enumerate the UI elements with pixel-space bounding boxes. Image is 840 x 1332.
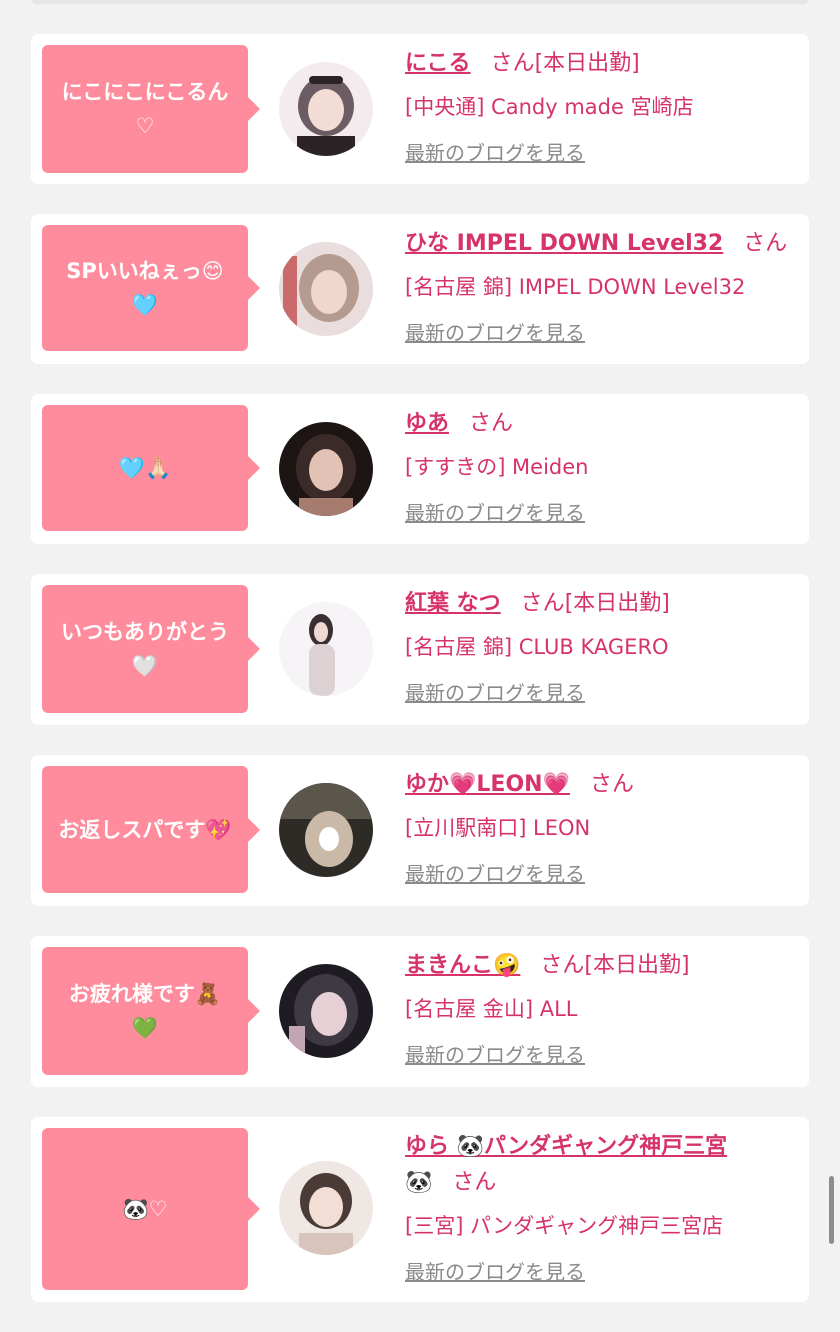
cast-info: ひな IMPEL DOWN Level32 さん [名古屋 錦] IMPEL DO… [405,226,797,348]
message-text: お疲れ様です🧸 💚 [68,982,222,1040]
honorific: さん [540,953,585,978]
cast-name-link[interactable]: まきんこ🤪 [405,953,520,978]
honorific: さん [589,772,634,797]
name-line: にこる さん[本日出勤] [405,46,797,82]
name-line: まきんこ🤪 さん[本日出勤] [405,948,797,984]
message-text: お返しスパです💖 [58,817,232,842]
scrollbar-thumb[interactable] [829,1176,834,1244]
avatar[interactable] [279,62,373,156]
cast-info: にこる さん[本日出勤] [中央通] Candy made 宮崎店 最新のブログを… [405,46,797,168]
avatar-image [279,242,373,336]
name-line: ひな IMPEL DOWN Level32 さん [405,226,797,262]
avatar-image [279,602,373,696]
attendance-badge: [本日出勤] [584,953,690,978]
cast-card: いつもありがとう 🤍 紅葉 なつ さん[本日出勤] [名古屋 錦] CLUB KA… [31,574,809,725]
cast-card: お返しスパです💖 ゆか💗LEON💗 さん [立川駅南口] LEON 最新のブログを… [31,755,809,906]
blog-link[interactable]: 最新のブログを見る [405,678,585,708]
cast-name-link[interactable]: ゆあ [405,411,449,436]
message-text: にこにこにこるん ♡ [61,80,229,138]
shop-name: [立川駅南口] LEON [405,816,591,840]
cast-card: お疲れ様です🧸 💚 まきんこ🤪 さん[本日出勤] [名古屋 金山] ALL 最新の… [31,936,809,1087]
top-divider [32,0,808,4]
avatar-image [279,62,373,156]
blog-link[interactable]: 最新のブログを見る [405,1040,585,1070]
avatar[interactable] [279,242,373,336]
honorific: さん [490,51,535,76]
honorific: さん [520,591,565,616]
shop-name: [名古屋 錦] CLUB KAGERO [405,635,669,659]
message-text: SPいいねぇっ😊 🩵 [66,259,224,317]
avatar-image [279,422,373,516]
honorific: さん [452,1170,497,1195]
cast-name-link[interactable]: ひな IMPEL DOWN Level32 [405,231,723,256]
blog-link[interactable]: 最新のブログを見る [405,138,585,168]
blog-link[interactable]: 最新のブログを見る [405,498,585,528]
message-text: 🩵🙏🏻 [118,456,172,480]
blog-link[interactable]: 最新のブログを見る [405,1257,585,1287]
avatar-image [279,1161,373,1255]
avatar[interactable] [279,1161,373,1255]
message-bubble: 🐼♡ [42,1128,260,1290]
name-line: ゆあ さん [405,406,797,442]
cast-info: 紅葉 なつ さん[本日出勤] [名古屋 錦] CLUB KAGERO 最新のブログ… [405,586,797,708]
avatar[interactable] [279,602,373,696]
avatar-image [279,964,373,1058]
message-bubble: 🩵🙏🏻 [42,405,260,531]
avatar-image [279,783,373,877]
cast-info: ゆら 🐼パンダギャング神戸三宮 🐼 さん [三宮] パンダギャング神戸三宮店 最新… [405,1129,797,1287]
name-line: 紅葉 なつ さん[本日出勤] [405,586,797,622]
avatar[interactable] [279,783,373,877]
message-text: 🐼♡ [122,1197,168,1221]
shop-name: [名古屋 錦] IMPEL DOWN Level32 [405,275,746,299]
honorific: さん [469,411,514,436]
message-bubble: お疲れ様です🧸 💚 [42,947,260,1075]
shop-name: [中央通] Candy made 宮崎店 [405,95,694,119]
cast-name-link[interactable]: ゆら 🐼パンダギャング神戸三宮 [405,1134,727,1159]
cast-list: にこにこにこるん ♡ にこる さん[本日出勤] [中央通] Candy made … [31,34,809,1332]
blog-link[interactable]: 最新のブログを見る [405,859,585,889]
cast-card: にこにこにこるん ♡ にこる さん[本日出勤] [中央通] Candy made … [31,34,809,184]
message-bubble: いつもありがとう 🤍 [42,585,260,713]
shop-name: [三宮] パンダギャング神戸三宮店 [405,1214,724,1238]
cast-name-link[interactable]: ゆか💗LEON💗 [405,772,570,797]
message-text: いつもありがとう 🤍 [61,620,229,678]
cast-card: SPいいねぇっ😊 🩵 ひな IMPEL DOWN Level32 さん [名古屋 … [31,214,809,364]
avatar[interactable] [279,964,373,1058]
shop-name: [名古屋 金山] ALL [405,997,578,1021]
cast-name-link[interactable]: 紅葉 なつ [405,591,501,616]
name-line: ゆか💗LEON💗 さん [405,767,797,803]
avatar[interactable] [279,422,373,516]
honorific: さん [743,231,788,256]
message-bubble: にこにこにこるん ♡ [42,45,260,173]
name-emoji: 🐼 [405,1170,433,1195]
cast-name-link[interactable]: にこる [405,51,471,76]
attendance-badge: [本日出勤] [534,51,640,76]
cast-card: 🐼♡ ゆら 🐼パンダギャング神戸三宮 🐼 さん [三宮] パンダギャング神戸三宮店… [31,1117,809,1302]
cast-info: まきんこ🤪 さん[本日出勤] [名古屋 金山] ALL 最新のブログを見る [405,948,797,1070]
cast-info: ゆあ さん [すすきの] Meiden 最新のブログを見る [405,406,797,528]
name-line: ゆら 🐼パンダギャング神戸三宮 🐼 さん [405,1129,797,1201]
blog-link[interactable]: 最新のブログを見る [405,318,585,348]
message-bubble: SPいいねぇっ😊 🩵 [42,225,260,351]
cast-card: 🩵🙏🏻 ゆあ さん [すすきの] Meiden 最新のブログを見る [31,394,809,544]
message-bubble: お返しスパです💖 [42,766,260,893]
shop-name: [すすきの] Meiden [405,455,589,479]
attendance-badge: [本日出勤] [564,591,670,616]
cast-info: ゆか💗LEON💗 さん [立川駅南口] LEON 最新のブログを見る [405,767,797,889]
